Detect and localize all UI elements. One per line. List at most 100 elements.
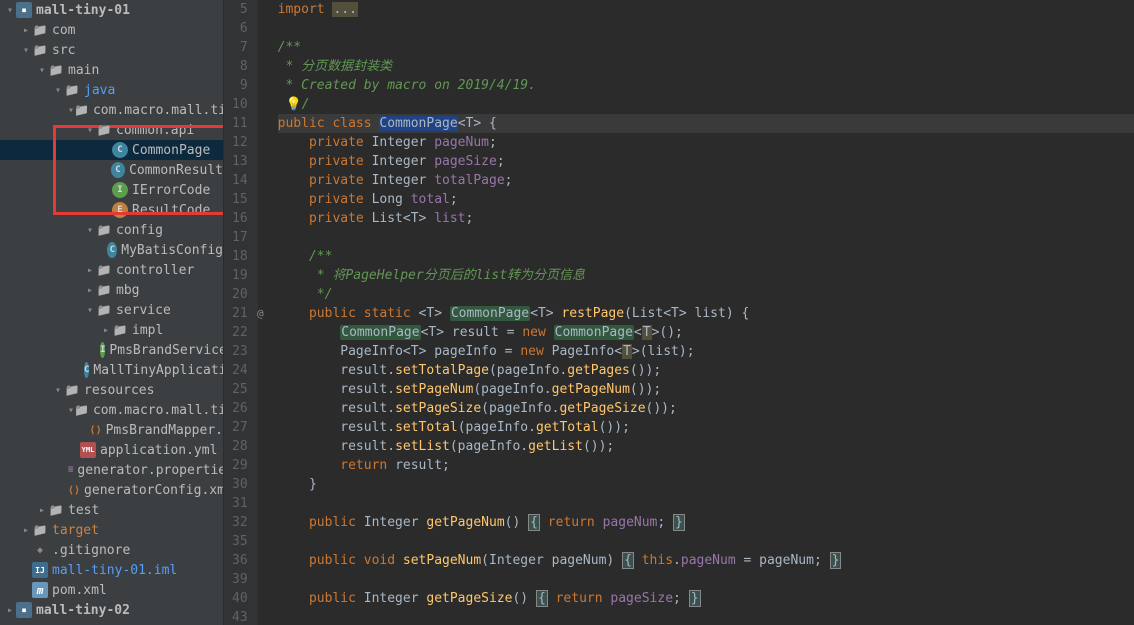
code-token: setTotalPage [395, 363, 489, 378]
tree-item-main[interactable]: main [0, 60, 223, 80]
code-token: setPageNum [403, 553, 481, 568]
expand-arrow-icon[interactable] [52, 85, 64, 96]
code-line[interactable]: private Integer pageNum; [278, 133, 1134, 152]
tree-item-pmsbrandservice[interactable]: PmsBrandService [0, 340, 223, 360]
code-line[interactable]: PageInfo<T> pageInfo = new PageInfo<T>(l… [278, 342, 1134, 361]
code-line[interactable] [278, 19, 1134, 38]
expand-arrow-icon[interactable] [20, 25, 32, 36]
tree-item-test[interactable]: test [0, 500, 223, 520]
code-line[interactable]: result.setPageNum(pageInfo.getPageNum())… [278, 380, 1134, 399]
tree-item-mall-tiny-02[interactable]: mall-tiny-02 [0, 600, 223, 620]
code-line[interactable] [278, 532, 1134, 551]
tree-item-commonpage[interactable]: CommonPage [0, 140, 223, 160]
code-token: > list) { [679, 306, 749, 321]
line-number: 6 [232, 19, 248, 38]
interface-icon [100, 342, 105, 358]
line-number: 7 [232, 38, 248, 57]
code-line[interactable]: public class CommonPage<T> { [278, 114, 1134, 133]
code-line[interactable]: import ... [278, 0, 1134, 19]
code-token: * 分页数据封装类 [278, 59, 392, 74]
code-line[interactable]: private Integer pageSize; [278, 152, 1134, 171]
tree-item-resources[interactable]: resources [0, 380, 223, 400]
code-line[interactable] [278, 228, 1134, 247]
code-line[interactable]: public static <T> CommonPage<T> restPage… [278, 304, 1134, 323]
code-line[interactable]: result.setTotalPage(pageInfo.getPages())… [278, 361, 1134, 380]
code-line[interactable]: CommonPage<T> result = new CommonPage<T>… [278, 323, 1134, 342]
tree-item-common-api[interactable]: common.api [0, 120, 223, 140]
code-line[interactable] [278, 608, 1134, 625]
code-line[interactable]: * 分页数据封装类 [278, 57, 1134, 76]
code-line[interactable]: result.setTotal(pageInfo.getTotal()); [278, 418, 1134, 437]
code-line[interactable]: * Created by macro on 2019/4/19. [278, 76, 1134, 95]
tree-item-com[interactable]: com [0, 20, 223, 40]
expand-arrow-icon[interactable] [52, 385, 64, 396]
tree-item-resultcode[interactable]: ResultCode [0, 200, 223, 220]
tree-item-java[interactable]: java [0, 80, 223, 100]
expand-arrow-icon[interactable] [84, 265, 96, 276]
expand-arrow-icon[interactable] [20, 45, 32, 56]
tree-item-malltinyapplication[interactable]: MallTinyApplication [0, 360, 223, 380]
expand-arrow-icon[interactable] [84, 305, 96, 316]
folder-icon [96, 262, 112, 278]
tree-item-target[interactable]: target [0, 520, 223, 540]
code-line[interactable]: /** [278, 247, 1134, 266]
tree-item-ierrorcode[interactable]: IErrorCode [0, 180, 223, 200]
code-line[interactable]: /** [278, 38, 1134, 57]
tree-item-com-macro-mall-tiny-m[interactable]: com.macro.mall.tiny.m [0, 400, 223, 420]
tree-item-impl[interactable]: impl [0, 320, 223, 340]
tree-item-mall-tiny-01-iml[interactable]: mall-tiny-01.iml [0, 560, 223, 580]
line-number: 9 [232, 76, 248, 95]
code-line[interactable]: private Long total; [278, 190, 1134, 209]
expand-arrow-icon[interactable] [100, 325, 112, 336]
code-line[interactable]: public Integer getPageSize() { return pa… [278, 589, 1134, 608]
code-line[interactable]: public Integer getPageNum() { return pag… [278, 513, 1134, 532]
code-line[interactable]: private Integer totalPage; [278, 171, 1134, 190]
code-line[interactable]: public void setPageNum(Integer pageNum) … [278, 551, 1134, 570]
tree-item--gitignore[interactable]: .gitignore [0, 540, 223, 560]
tree-item-application-yml[interactable]: application.yml [0, 440, 223, 460]
expand-arrow-icon[interactable] [84, 225, 96, 236]
code-line[interactable]: return result; [278, 456, 1134, 475]
expand-arrow-icon[interactable] [4, 5, 16, 16]
code-line[interactable]: * 将PageHelper分页后的list转为分页信息 [278, 266, 1134, 285]
expand-arrow-icon[interactable] [4, 605, 16, 616]
code-line[interactable]: } [278, 475, 1134, 494]
code-token: restPage [561, 306, 624, 321]
code-token: < [530, 306, 538, 321]
code-line[interactable] [278, 570, 1134, 589]
tree-item-controller[interactable]: controller [0, 260, 223, 280]
code-token: list [434, 211, 465, 226]
expand-arrow-icon[interactable] [20, 525, 32, 536]
expand-arrow-icon[interactable] [36, 65, 48, 76]
code-line[interactable]: 💡/ [278, 95, 1134, 114]
tree-item-pmsbrandmapper-[interactable]: PmsBrandMapper. [0, 420, 223, 440]
tree-item-com-macro-mall-tiny[interactable]: com.macro.mall.tiny [0, 100, 223, 120]
tree-item-mbg[interactable]: mbg [0, 280, 223, 300]
code-token: >(); [652, 325, 683, 340]
tree-item-pom-xml[interactable]: pom.xml [0, 580, 223, 600]
tree-item-generatorconfig-xml[interactable]: generatorConfig.xml [0, 480, 223, 500]
tree-item-generator-properties[interactable]: generator.properties [0, 460, 223, 480]
code-content[interactable]: import ... /** * 分页数据封装类 * Created by mac… [258, 0, 1134, 625]
expand-arrow-icon[interactable] [36, 505, 48, 516]
tree-item-mall-tiny-01[interactable]: mall-tiny-01 [0, 0, 223, 20]
code-token: List [372, 211, 403, 226]
project-tree[interactable]: mall-tiny-01comsrcmainjavacom.macro.mall… [0, 0, 224, 625]
code-line[interactable] [278, 494, 1134, 513]
code-line[interactable]: */ [278, 285, 1134, 304]
tree-item-src[interactable]: src [0, 40, 223, 60]
tree-item-label: common.api [116, 123, 194, 138]
code-token: setList [395, 439, 450, 454]
code-token: CommonPage [379, 116, 457, 131]
code-editor[interactable]: 56789101112131415161718192021@2223242526… [224, 0, 1134, 625]
expand-arrow-icon[interactable] [84, 125, 96, 136]
expand-arrow-icon[interactable] [84, 285, 96, 296]
code-token: . [673, 553, 681, 568]
code-line[interactable]: result.setPageSize(pageInfo.getPageSize(… [278, 399, 1134, 418]
code-line[interactable]: private List<T> list; [278, 209, 1134, 228]
tree-item-mybatisconfig[interactable]: MyBatisConfig [0, 240, 223, 260]
tree-item-config[interactable]: config [0, 220, 223, 240]
code-line[interactable]: result.setList(pageInfo.getList()); [278, 437, 1134, 456]
tree-item-commonresult[interactable]: CommonResult [0, 160, 223, 180]
tree-item-service[interactable]: service [0, 300, 223, 320]
